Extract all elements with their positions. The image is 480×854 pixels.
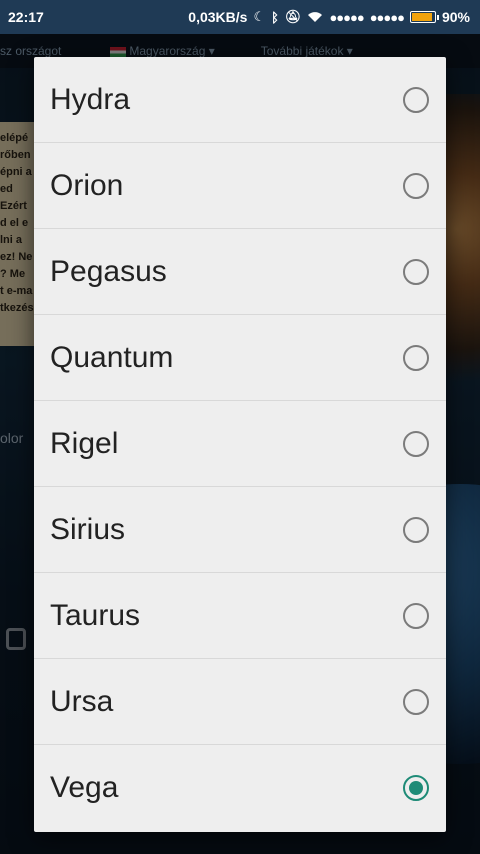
option-rigel[interactable]: Rigel <box>34 401 446 487</box>
moon-icon: ☾ <box>253 9 266 24</box>
status-icons: 0,03KB/s ☾ ᛒ 🔕︎ ●●●●● ●●●●● 90% <box>188 9 470 25</box>
wifi-icon <box>307 11 323 23</box>
option-ursa[interactable]: Ursa <box>34 659 446 745</box>
radio-unchecked-icon[interactable] <box>403 172 429 199</box>
option-vega[interactable]: Vega <box>34 745 446 831</box>
server-select-dialog: Hydra Orion Pegasus Quantum Rigel Sirius Tauru… <box>34 57 446 832</box>
option-label: Pegasus <box>50 254 167 288</box>
option-taurus[interactable]: Taurus <box>34 573 446 659</box>
status-bar: 22:17 0,03KB/s ☾ ᛒ 🔕︎ ●●●●● ●●●●● 90% <box>0 0 480 34</box>
radio-checked-icon[interactable] <box>403 775 429 801</box>
option-label: Rigel <box>50 426 119 460</box>
option-label: Orion <box>50 168 124 202</box>
option-pegasus[interactable]: Pegasus <box>34 229 446 315</box>
status-time: 22:17 <box>8 9 44 25</box>
radio-unchecked-icon[interactable] <box>403 86 429 113</box>
signal-icon: ●●●●● <box>369 9 405 25</box>
signal-icon: ●●●●● <box>329 9 364 25</box>
option-orion[interactable]: Orion <box>34 143 446 229</box>
option-label: Quantum <box>50 340 174 374</box>
battery-percent: 90% <box>441 9 470 25</box>
radio-unchecked-icon[interactable] <box>403 602 429 629</box>
radio-unchecked-icon[interactable] <box>403 430 429 457</box>
option-label: Hydra <box>50 82 131 116</box>
option-label: Taurus <box>50 598 141 632</box>
radio-unchecked-icon[interactable] <box>403 344 429 371</box>
option-sirius[interactable]: Sirius <box>34 487 446 573</box>
option-quantum[interactable]: Quantum <box>34 315 446 401</box>
option-label: Vega <box>50 771 119 804</box>
battery-icon <box>409 11 439 23</box>
radio-unchecked-icon[interactable] <box>403 258 429 285</box>
radio-unchecked-icon[interactable] <box>403 688 429 715</box>
bluetooth-icon: ᛒ <box>271 9 279 25</box>
option-hydra[interactable]: Hydra <box>34 57 446 143</box>
bell-off-icon: 🔕︎ <box>284 9 302 24</box>
option-label: Sirius <box>50 512 126 546</box>
option-label: Ursa <box>50 684 114 718</box>
network-speed: 0,03KB/s <box>188 9 248 25</box>
radio-unchecked-icon[interactable] <box>403 516 429 543</box>
